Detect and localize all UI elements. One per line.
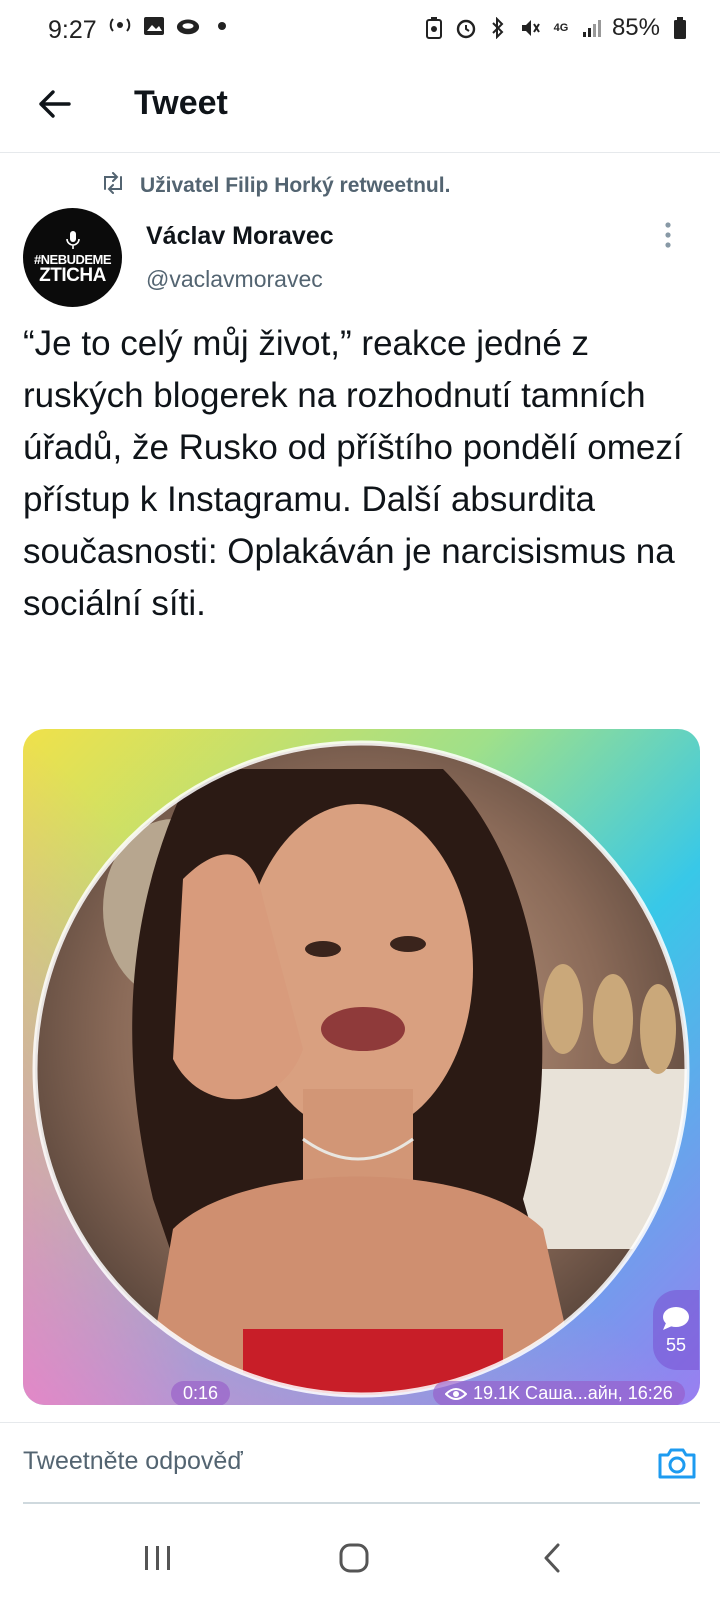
tweet-media-video[interactable]: 0:16 19.1K Саша...айн, 16:26 55	[23, 729, 700, 1405]
avatar[interactable]: #NEBUDEME ZTICHA	[23, 208, 122, 307]
location-icon	[108, 14, 132, 38]
back-button[interactable]	[30, 82, 78, 130]
video-thumbnail	[23, 729, 700, 1405]
author-handle[interactable]: @vaclavmoravec	[146, 266, 323, 293]
status-bar: 9:27 4G 85%	[0, 0, 720, 62]
avatar-text-line1: #NEBUDEME	[33, 251, 112, 267]
network-icon: 4G	[553, 22, 569, 34]
comment-count: 55	[665, 1334, 687, 1355]
eye-icon	[445, 1387, 467, 1401]
more-options-button[interactable]	[656, 220, 680, 254]
battery-saver-icon	[422, 16, 446, 40]
bluetooth-icon	[486, 16, 510, 40]
home-icon	[338, 1542, 370, 1579]
comment-icon	[661, 1305, 691, 1331]
video-duration: 0:16	[171, 1381, 231, 1405]
retweet-context[interactable]: Uživatel Filip Horký retweetnul.	[100, 172, 450, 200]
microphone-icon	[65, 230, 80, 249]
home-button[interactable]	[330, 1538, 378, 1582]
cloud-icon	[176, 14, 200, 38]
retweet-label: Uživatel Filip Horký retweetnul.	[140, 174, 451, 197]
recent-apps-icon	[143, 1544, 173, 1577]
author-name[interactable]: Václav Moravec	[146, 222, 334, 251]
app-bar: Tweet	[0, 62, 720, 153]
system-back-button[interactable]	[528, 1538, 576, 1582]
reply-input[interactable]: Tweetněte odpověď	[23, 1447, 243, 1476]
system-nav-bar	[0, 1520, 720, 1600]
camera-icon	[657, 1446, 697, 1485]
reply-underline	[23, 1502, 700, 1504]
comment-badge: 55	[653, 1290, 699, 1370]
mute-icon	[518, 16, 542, 40]
signal-icon	[580, 16, 604, 40]
video-meta: 19.1K Саша...айн, 16:26	[433, 1381, 685, 1405]
back-arrow-icon	[37, 89, 71, 124]
battery-icon	[668, 16, 692, 40]
retweet-icon	[100, 172, 126, 200]
status-right-icons: 4G 85%	[422, 14, 692, 42]
battery-percent: 85%	[611, 14, 660, 41]
dot-icon	[210, 14, 234, 38]
tweet-text: “Je to celý můj život,” reakce jedné z r…	[23, 324, 683, 623]
page-title: Tweet	[134, 84, 228, 122]
camera-button[interactable]	[655, 1443, 699, 1487]
video-meta-text: 19.1K Саша...айн, 16:26	[473, 1383, 673, 1403]
recent-apps-button[interactable]	[134, 1538, 182, 1582]
status-time: 9:27	[48, 16, 97, 44]
more-icon	[664, 221, 672, 253]
avatar-text-line2: ZTICHA	[39, 264, 106, 286]
image-icon	[142, 14, 166, 38]
status-left-icons	[108, 14, 234, 38]
alarm-icon	[454, 16, 478, 40]
chevron-left-icon	[542, 1542, 562, 1579]
